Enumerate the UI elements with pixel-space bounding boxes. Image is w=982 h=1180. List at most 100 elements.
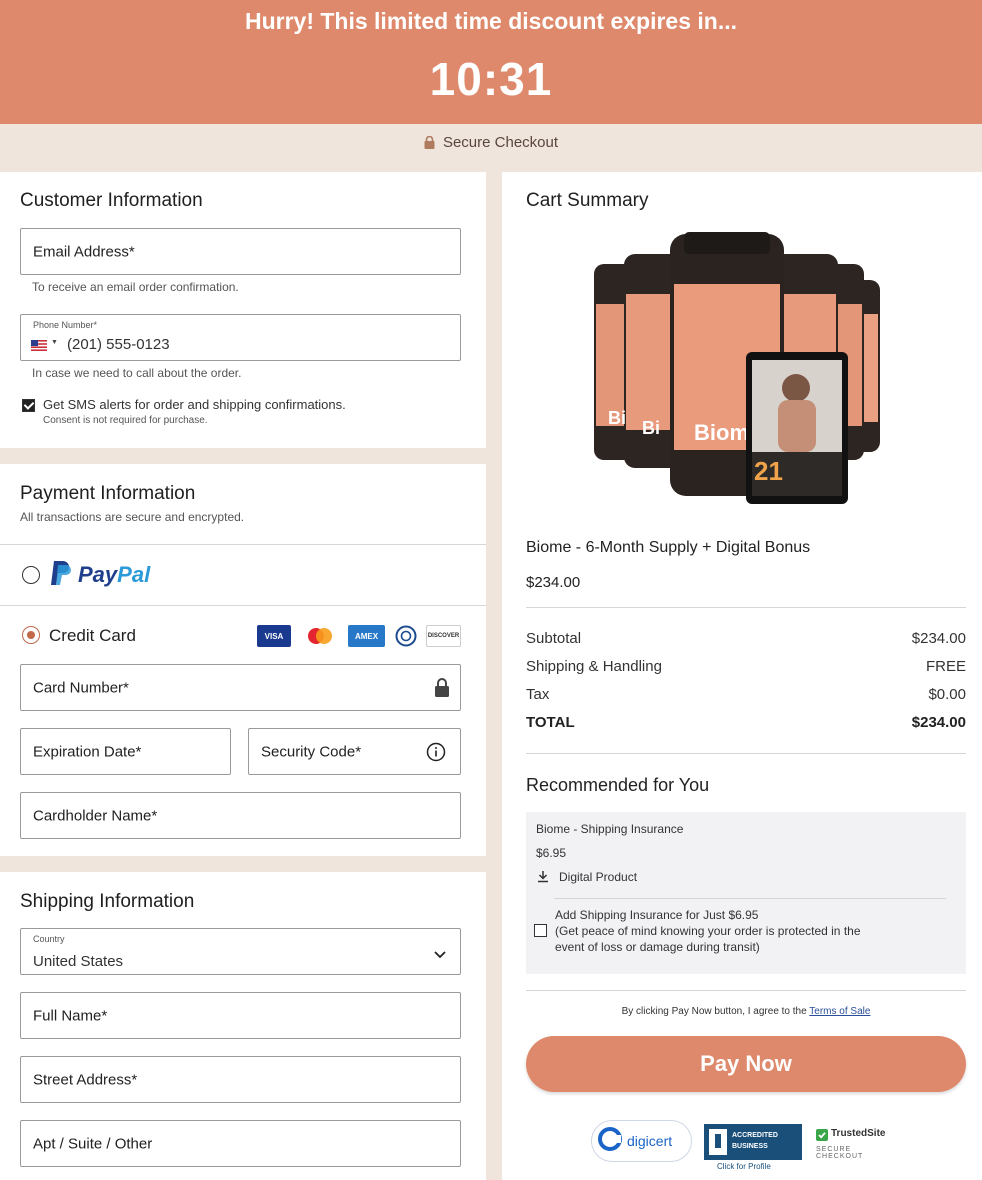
security-code-field[interactable]: Security Code*	[248, 728, 461, 775]
addon-line1: Add Shipping Insurance for Just $6.95	[555, 908, 759, 922]
apt-suite-field[interactable]: Apt / Suite / Other	[20, 1120, 461, 1167]
shipping-value: FREE	[925, 658, 966, 675]
trustedsite-badge[interactable]: TrustedSite SECURE CHECKOUT	[816, 1128, 896, 1160]
street-address-label: Street Address*	[33, 1071, 138, 1088]
street-address-field[interactable]: Street Address*	[20, 1056, 461, 1103]
bbb-badge[interactable]: ACCREDITED BUSINESS Click for Profile	[704, 1124, 802, 1172]
subtotal-label: Subtotal	[526, 630, 582, 647]
lock-icon	[424, 135, 435, 153]
checkmark-icon	[816, 1128, 828, 1146]
paypal-text-pal: Pal	[117, 562, 151, 587]
bbb-line1: ACCREDITED	[732, 1132, 778, 1139]
countdown-timer: 10:31	[429, 53, 553, 105]
full-name-label: Full Name*	[33, 1007, 108, 1024]
trustedsite-sub: SECURE CHECKOUT	[816, 1146, 864, 1160]
cardholder-name-field[interactable]: Cardholder Name*	[20, 792, 461, 839]
mastercard-icon	[302, 625, 338, 647]
divider	[526, 607, 966, 608]
expiration-date-field[interactable]: Expiration Date*	[20, 728, 231, 775]
email-label: Email Address*	[33, 243, 135, 260]
sms-label: Get SMS alerts for order and shipping co…	[43, 397, 346, 412]
secure-checkout-label: Secure Checkout	[0, 134, 982, 153]
card-number-label: Card Number*	[33, 679, 129, 696]
shipping-insurance-checkbox[interactable]	[534, 924, 547, 937]
expiration-label: Expiration Date*	[33, 743, 142, 760]
pay-now-button[interactable]: Pay Now	[526, 1036, 966, 1092]
reco-item-name: Biome - Shipping Insurance	[536, 822, 684, 836]
customer-info-title: Customer Information	[20, 190, 203, 211]
addon-line2: (Get peace of mind knowing your order is…	[555, 924, 861, 938]
full-name-field[interactable]: Full Name*	[20, 992, 461, 1039]
tax-value: $0.00	[928, 686, 966, 703]
product-name: Biome - 6-Month Supply + Digital Bonus	[526, 539, 811, 556]
svg-text:Bi: Bi	[608, 408, 626, 428]
discover-icon: DISCOVER	[426, 625, 461, 647]
phone-mini-label: Phone Number*	[33, 320, 98, 330]
shipping-info-title: Shipping Information	[20, 891, 195, 912]
chevron-down-icon[interactable]: ▼	[51, 339, 58, 346]
paypal-radio[interactable]	[22, 566, 40, 584]
customer-info-panel: Customer Information Email Address* To r…	[0, 172, 486, 448]
visa-icon: VISA	[257, 625, 291, 647]
terms-of-sale-link[interactable]: Terms of Sale	[809, 1006, 870, 1017]
banner-text: Hurry! This limited time discount expire…	[244, 8, 738, 34]
paypal-logo[interactable]: Pay Pal	[50, 560, 150, 590]
product-tablet-number: 21	[754, 456, 783, 486]
country-select[interactable]: Country United States	[20, 928, 461, 975]
reco-divider	[554, 898, 946, 899]
recommended-title: Recommended for You	[526, 775, 710, 795]
digicert-text: digicert	[627, 1133, 673, 1149]
shipping-info-panel: Shipping Information Country United Stat…	[0, 872, 486, 1180]
email-field[interactable]: Email Address*	[20, 228, 461, 275]
lock-icon	[434, 678, 450, 703]
apt-suite-label: Apt / Suite / Other	[33, 1135, 153, 1152]
paypal-text-pay: Pay	[78, 562, 118, 587]
divider	[526, 753, 966, 754]
amex-icon: AMEX	[348, 625, 385, 647]
phone-value: (201) 555-0123	[67, 336, 170, 353]
download-icon	[537, 870, 549, 888]
subtotal-value: $234.00	[911, 630, 966, 647]
bbb-line2: BUSINESS	[732, 1143, 768, 1150]
payment-info-title: Payment Information	[20, 483, 196, 504]
email-hint: To receive an email order confirmation.	[32, 280, 239, 294]
divider	[0, 605, 486, 606]
digicert-icon	[598, 1126, 622, 1156]
phone-field[interactable]: Phone Number* ▼ (201) 555-0123	[20, 314, 461, 361]
product-brand-text: Biom	[694, 420, 749, 445]
total-value: $234.00	[911, 714, 966, 731]
sms-checkbox[interactable]	[22, 399, 35, 412]
card-number-field[interactable]: Card Number*	[20, 664, 461, 711]
discount-banner: Hurry! This limited time discount expire…	[0, 0, 982, 124]
divider	[526, 990, 966, 991]
credit-card-radio[interactable]	[22, 626, 40, 644]
credit-card-label[interactable]: Credit Card	[49, 626, 136, 646]
shipping-label: Shipping & Handling	[526, 658, 662, 675]
recommended-item: Biome - Shipping Insurance $6.95 Digital…	[526, 812, 966, 974]
product-price: $234.00	[526, 574, 581, 591]
info-icon[interactable]	[426, 742, 446, 767]
sms-sub: Consent is not required for purchase.	[43, 415, 208, 426]
svg-text:Bi: Bi	[642, 418, 660, 438]
payment-subtitle: All transactions are secure and encrypte…	[20, 510, 245, 524]
cardholder-label: Cardholder Name*	[33, 807, 158, 824]
country-value: United States	[33, 953, 124, 970]
terms-text: By clicking Pay Now button, I agree to t…	[526, 1006, 966, 1017]
country-mini-label: Country	[33, 934, 65, 944]
us-flag-icon[interactable]	[31, 338, 47, 351]
bbb-torch-icon	[708, 1128, 728, 1161]
addon-line3: event of loss or damage during transit)	[555, 940, 760, 954]
divider	[0, 544, 486, 545]
chevron-down-icon	[434, 946, 446, 964]
reco-item-price: $6.95	[536, 846, 567, 860]
product-image: Biom Bi Bi 21	[588, 228, 888, 510]
payment-info-panel: Payment Information All transactions are…	[0, 464, 486, 856]
paypal-icon	[50, 559, 72, 592]
terms-prefix: By clicking Pay Now button, I agree to t…	[621, 1006, 810, 1017]
diners-icon	[393, 625, 419, 647]
digicert-badge[interactable]: digicert	[591, 1120, 692, 1162]
total-label: TOTAL	[526, 714, 575, 731]
secure-checkout-text: Secure Checkout	[442, 134, 559, 151]
security-code-label: Security Code*	[261, 743, 362, 760]
trustedsite-text: TrustedSite	[831, 1128, 886, 1139]
